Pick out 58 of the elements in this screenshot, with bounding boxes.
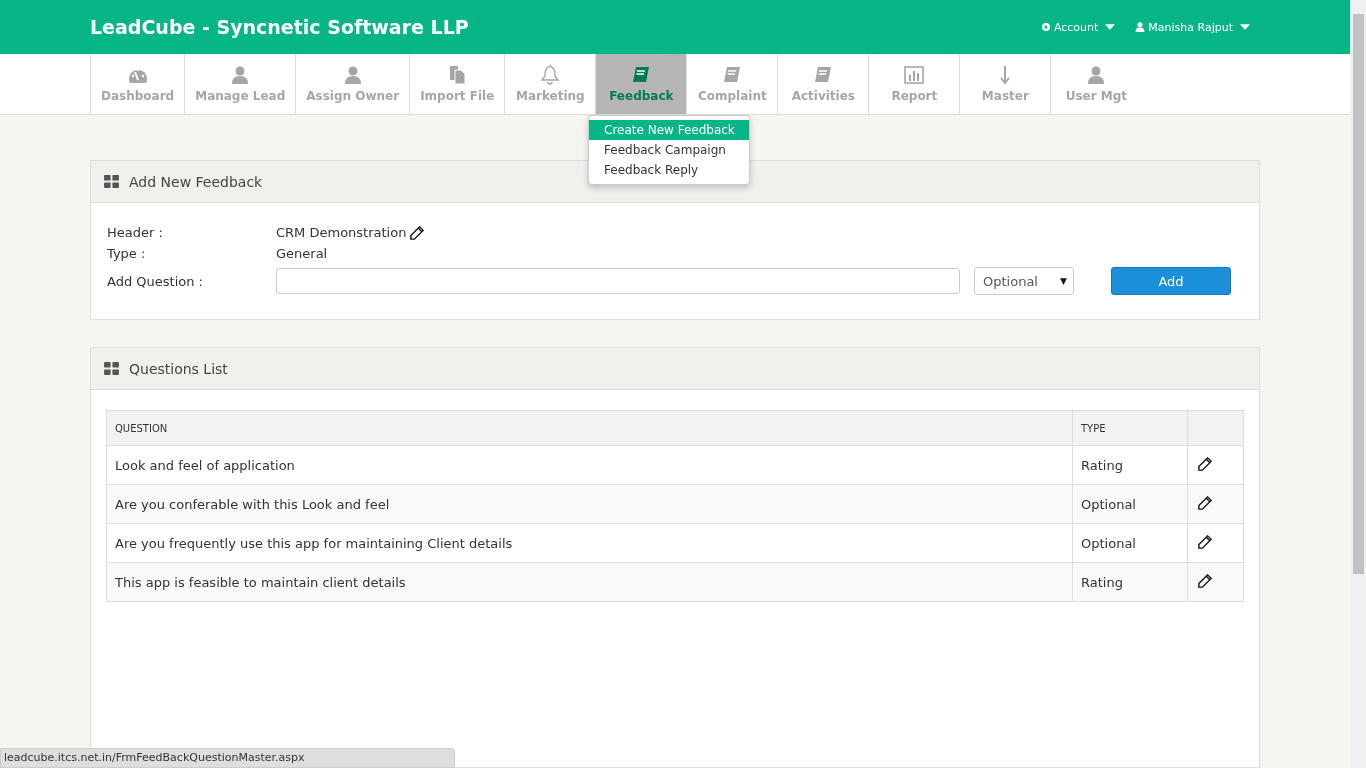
table-cell: Rating: [1072, 445, 1188, 485]
nav-tab[interactable]: Import File: [409, 54, 505, 114]
panel-title: Questions List: [129, 360, 228, 377]
table-cell: Optional: [1072, 523, 1188, 563]
table-cell: Rating: [1072, 562, 1188, 602]
nav-tab[interactable]: User Mgt: [1050, 54, 1142, 114]
nav-tab[interactable]: Complaint: [686, 54, 778, 114]
column-header: QUESTION: [106, 410, 1073, 446]
nav-tab[interactable]: Master: [959, 54, 1051, 114]
field-label: Header :: [107, 225, 164, 240]
nav-tab[interactable]: Manage Lead: [184, 54, 296, 114]
caret-icon: [1240, 22, 1250, 32]
panel-title: Add New Feedback: [129, 173, 263, 190]
question-input[interactable]: [276, 268, 960, 294]
scrollbar[interactable]: [1350, 0, 1366, 768]
app-title: LeadCube - Syncnetic Software LLP: [90, 16, 470, 38]
person-icon: [230, 65, 251, 85]
book-icon: [813, 65, 834, 85]
menu-item[interactable]: Feedback Campaign: [589, 140, 749, 160]
pencil-icon[interactable]: [410, 225, 425, 240]
nav-tab[interactable]: Assign Owner: [295, 54, 410, 114]
nav-tab[interactable]: Activities: [777, 54, 869, 114]
menu-item[interactable]: Create New Feedback: [589, 120, 749, 140]
type-value: General: [276, 246, 329, 261]
field-label: Add Question :: [107, 273, 204, 289]
person-icon: [1086, 65, 1107, 85]
person-icon: [342, 65, 363, 85]
pencil-icon[interactable]: [1198, 573, 1212, 588]
caret-icon: [1105, 22, 1116, 32]
person-icon: [1135, 22, 1146, 32]
column-header: TYPE: [1072, 410, 1188, 446]
field-label: Type :: [107, 246, 147, 261]
grid-icon: [104, 175, 119, 188]
table-cell: This app is feasible to maintain client details: [106, 562, 1073, 602]
book-icon: [722, 65, 743, 85]
pencil-icon[interactable]: [1198, 495, 1212, 510]
files-icon: [447, 65, 468, 85]
pencil-icon[interactable]: [1198, 534, 1212, 549]
menu-item[interactable]: Feedback Reply: [589, 160, 749, 180]
type-select[interactable]: Optional ▼: [974, 267, 1074, 295]
nav-tab[interactable]: Dashboard: [90, 54, 185, 114]
user-menu[interactable]: Manisha Rajput: [1135, 20, 1250, 34]
account-menu[interactable]: Account: [1040, 20, 1116, 34]
table-cell: Are you frequently use this app for maintaining Client details: [106, 523, 1073, 563]
table-cell: Optional: [1072, 484, 1188, 524]
bell-icon: [540, 65, 561, 85]
grid-icon: [104, 362, 119, 375]
add-button[interactable]: Add: [1111, 267, 1231, 295]
table-cell: Are you conferable with this Look and feel: [106, 484, 1073, 524]
gear-icon: [1040, 22, 1051, 32]
nav-tab[interactable]: Report: [868, 54, 960, 114]
pencil-icon[interactable]: [1198, 456, 1212, 471]
bar-chart-icon: [904, 65, 925, 85]
nav-tab[interactable]: Feedback: [595, 54, 687, 114]
header-value: CRM Demonstration: [276, 225, 407, 240]
status-bar-url: leadcube.itcs.net.in/FrmFeedBackQuestionMaster.aspx: [0, 748, 455, 768]
book-icon: [631, 65, 652, 85]
table-cell: Look and feel of application: [106, 445, 1073, 485]
